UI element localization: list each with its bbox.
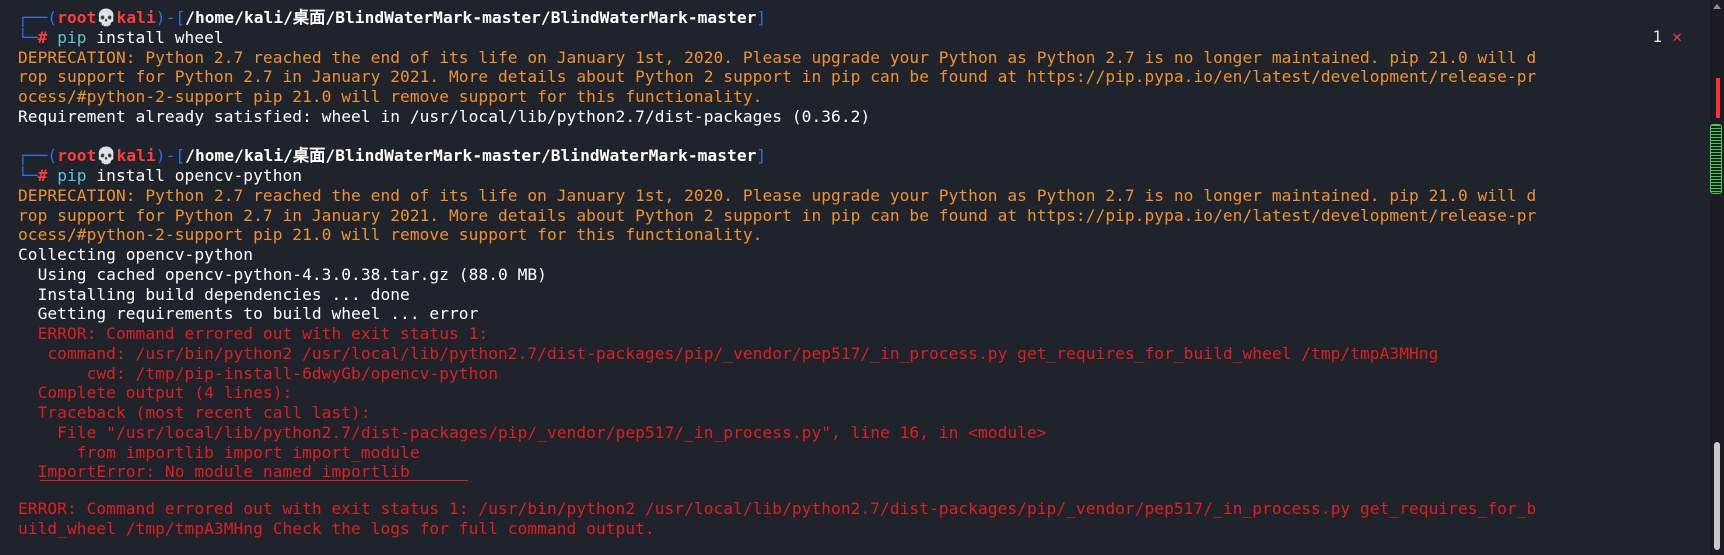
vertical-scrollbar[interactable] [1710,0,1724,555]
output-line: Collecting opencv-python [18,245,254,264]
error-line: Complete output (4 lines): [18,383,293,403]
command-args: install opencv-python [96,166,303,185]
prompt-path: /home/kali/桌面/BlindWaterMark-master/Blin… [185,146,757,166]
skull-icon: 💀 [96,8,117,27]
prompt-user: root [57,146,97,166]
command-line: └─# pip install wheel [18,27,224,47]
error-line: Traceback (most recent call last): [18,403,371,422]
command-line: └─# pip install opencv-python [18,166,303,185]
error-line: cwd: /tmp/pip-install-6dwyGb/opencv-pyth… [18,363,498,383]
prompt-host: kali [116,146,156,166]
prompt-host: kali [116,8,156,27]
error-line: ERROR: Command errored out with exit sta… [18,324,489,343]
prompt-line: ┌──(root💀kali)-[/home/kali/桌面/BlindWater… [18,146,767,166]
prompt-line: ┌──(root💀kali)-[/home/kali/桌面/BlindWater… [18,8,767,27]
prompt-user: root [57,8,97,27]
deprecation-line: DEPRECATION: Python 2.7 reached the end … [18,185,1537,205]
scroll-minimap [1710,66,1722,196]
command-program: pip [57,166,87,185]
command-args: install wheel [96,27,224,47]
output-line: Using cached opencv-python-4.3.0.38.tar.… [18,264,547,284]
error-line: command: /usr/bin/python2 /usr/local/lib… [18,343,1439,363]
output-line: Getting requirements to build wheel ... … [18,304,479,324]
error-line: File "/usr/local/lib/python2.7/dist-pack… [18,422,1047,442]
deprecation-line: DEPRECATION: Python 2.7 reached the end … [18,47,1537,67]
minimap-output-marker [1710,124,1722,194]
terminal-output[interactable]: ┌──(root💀kali)-[/home/kali/桌面/BlindWater… [18,8,1688,539]
command-program: pip [57,27,87,47]
error-line: from importlib import import_module [18,442,420,462]
minimap-error-marker [1716,78,1720,118]
deprecation-line: ocess/#python-2-support pip 21.0 will re… [18,87,763,106]
output-line: Requirement already satisfied: wheel in … [18,106,871,126]
scroll-up-arrow-icon[interactable] [1713,4,1721,9]
final-error-line: uild_wheel /tmp/tmpA3MHng Check the logs… [18,518,655,538]
error-divider [40,480,468,481]
deprecation-line: rop support for Python 2.7 in January 20… [18,67,1537,87]
deprecation-line: ocess/#python-2-support pip 21.0 will re… [18,225,763,245]
scrollbar-thumb[interactable] [1714,442,1720,550]
skull-icon: 💀 [96,146,117,166]
terminal-window[interactable]: 1 ✕ ┌──(root💀kali)-[/home/kali/桌面/BlindWa… [0,0,1724,555]
output-line: Installing build dependencies ... done [18,284,410,304]
deprecation-line: rop support for Python 2.7 in January 20… [18,205,1537,225]
final-error-line: ERROR: Command errored out with exit sta… [18,499,1537,518]
prompt-path: /home/kali/桌面/BlindWaterMark-master/Blin… [185,8,757,27]
